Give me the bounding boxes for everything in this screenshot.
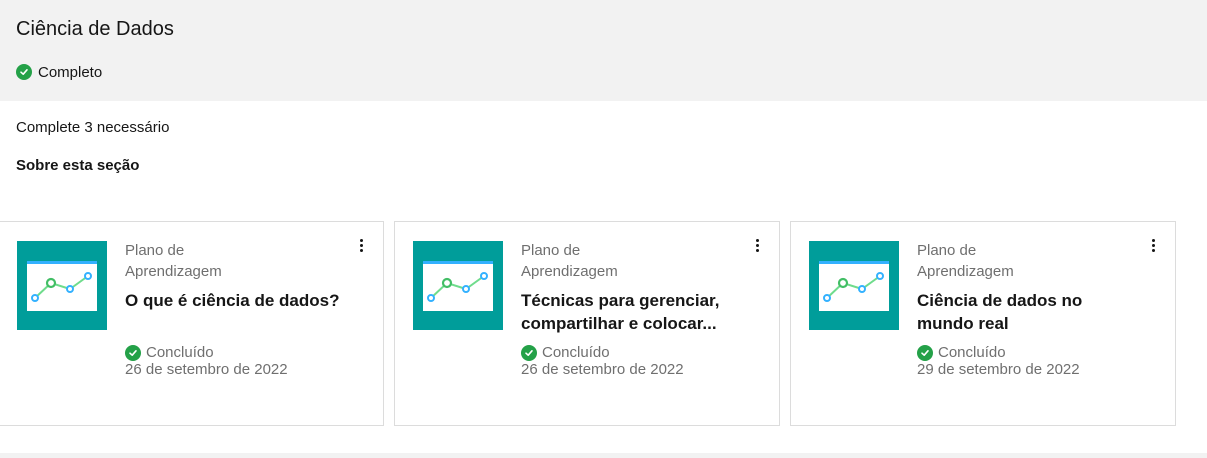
learning-plan-card[interactable]: Plano de Aprendizagem Ciência de dados n…: [790, 221, 1176, 426]
section-status-label: Completo: [38, 63, 103, 81]
line-chart-thumbnail-icon: [413, 241, 503, 330]
line-chart-thumbnail-icon: [809, 241, 899, 330]
line-chart-thumbnail-icon: [17, 241, 107, 330]
learning-plan-card[interactable]: Plano de Aprendizagem Técnicas para gere…: [394, 221, 780, 426]
card-type-label: Plano de Aprendizagem: [125, 242, 222, 280]
check-circle-icon: [917, 344, 933, 361]
about-section-label: Sobre esta seção: [16, 157, 140, 174]
overflow-menu-icon[interactable]: [353, 236, 369, 254]
section-title: Ciência de Dados: [16, 18, 174, 40]
card-title[interactable]: O que é ciência de dados?: [125, 289, 340, 312]
overflow-menu-icon[interactable]: [749, 236, 765, 254]
overflow-menu-icon[interactable]: [1145, 236, 1161, 254]
card-type-label: Plano de Aprendizagem: [521, 242, 618, 280]
check-circle-icon: [16, 64, 32, 80]
card-date: 26 de setembro de 2022: [521, 361, 684, 378]
divider: [0, 453, 1207, 458]
card-title[interactable]: Ciência de dados no mundo real: [917, 289, 1132, 335]
card-title[interactable]: Técnicas para gerenciar, compartilhar e …: [521, 289, 736, 335]
card-type-label: Plano de Aprendizagem: [917, 242, 1014, 280]
section-header: Ciência de Dados Completo: [0, 0, 1207, 101]
card-date: 29 de setembro de 2022: [917, 361, 1080, 378]
card-date: 26 de setembro de 2022: [125, 361, 288, 378]
check-circle-icon: [125, 344, 141, 361]
check-circle-icon: [521, 344, 537, 361]
requirement-text: Complete 3 necessário: [16, 119, 170, 136]
learning-plan-card[interactable]: Plano de Aprendizagem O que é ciência de…: [0, 221, 384, 426]
section-status: Completo: [16, 62, 102, 82]
